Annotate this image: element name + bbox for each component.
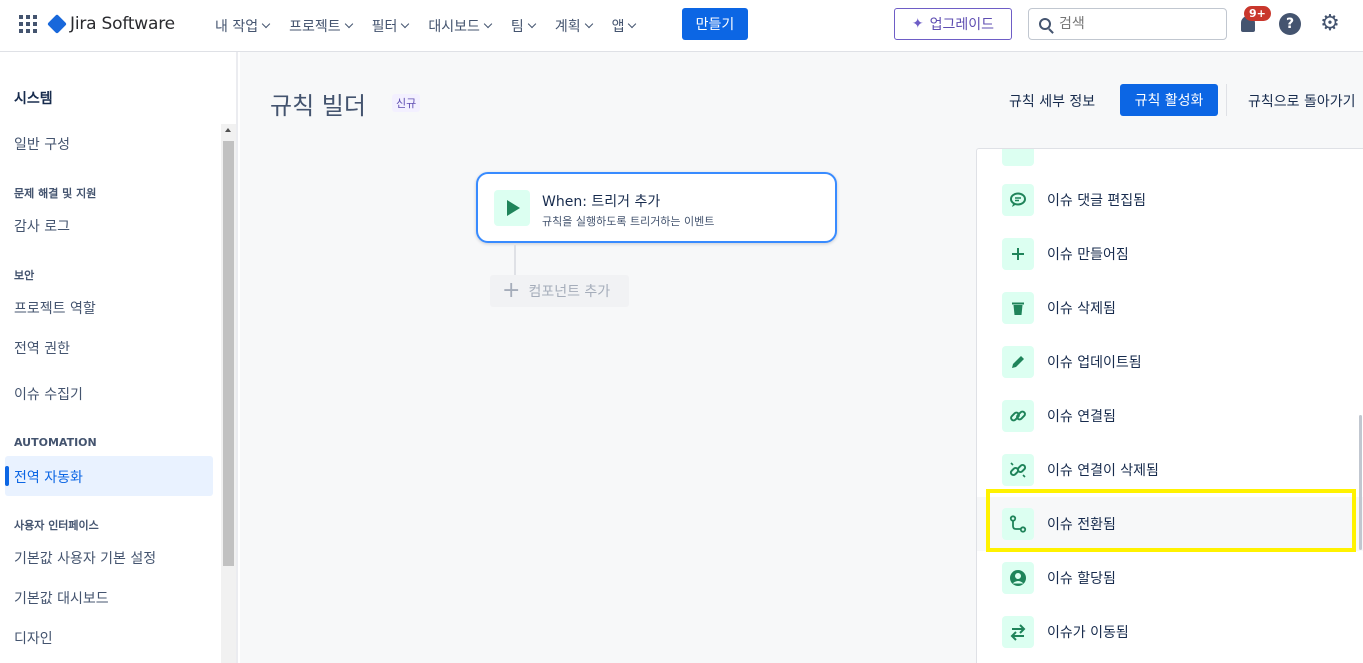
- scroll-up-arrow-icon[interactable]: [225, 128, 231, 132]
- menu-label: 팀: [510, 19, 524, 35]
- jira-diamond-icon: [47, 14, 67, 34]
- plus-icon: +: [502, 278, 521, 303]
- menu-label: 대시보드: [428, 19, 480, 35]
- search-input[interactable]: [1059, 16, 1209, 32]
- sidebar-title: 시스템: [14, 91, 53, 107]
- menu-label: 내 작업: [215, 19, 259, 35]
- selection-highlight: [986, 489, 1356, 552]
- list-item-label: 이슈 삭제됨: [1047, 301, 1116, 317]
- trigger-list-panel: 이슈 댓글 편집됨 이슈 만들어짐 이슈 삭제됨 이슈 업데이트됨 이슈 연결됨…: [976, 148, 1363, 663]
- chevron-down-icon: [527, 19, 537, 29]
- help-icon[interactable]: ?: [1279, 13, 1301, 35]
- menu-your-work[interactable]: 내 작업: [205, 12, 279, 40]
- chevron-down-icon: [584, 19, 593, 29]
- menu-dashboards[interactable]: 대시보드: [418, 12, 501, 40]
- trash-icon: [1002, 292, 1034, 324]
- chevron-down-icon: [401, 19, 410, 29]
- header-divider: [1226, 84, 1227, 116]
- jira-logo[interactable]: Jira Software: [47, 12, 175, 36]
- page-title: 규칙 빌더: [270, 92, 366, 120]
- pencil-icon: [1002, 346, 1034, 378]
- list-item[interactable]: 이슈 할당됨: [977, 551, 1363, 605]
- sidebar-item-issue-collectors[interactable]: 이슈 수집기: [14, 384, 83, 404]
- rule-details-button[interactable]: 규칙 세부 정보: [1009, 91, 1095, 111]
- list-item-label: 이슈 연결됨: [1047, 409, 1116, 425]
- app-name: Jira Software: [70, 14, 175, 34]
- sidebar-item-global-automation[interactable]: 전역 자동화: [5, 456, 213, 496]
- sidebar-section-troubleshoot: 문제 해결 및 지원: [14, 187, 97, 200]
- flow-connector: [514, 245, 516, 275]
- search-icon: [1039, 18, 1051, 30]
- menu-apps[interactable]: 앱: [602, 12, 646, 40]
- gear-icon[interactable]: ⚙: [1319, 13, 1341, 35]
- menu-label: 앱: [611, 19, 625, 35]
- add-component-label: 컴포넌트 추가: [528, 284, 611, 300]
- trigger-icon: [1002, 149, 1034, 166]
- notifications-button[interactable]: 9+: [1238, 6, 1271, 38]
- sidebar-item-audit-log[interactable]: 감사 로그: [14, 216, 70, 236]
- upgrade-label: 업그레이드: [929, 17, 995, 33]
- sidebar: 시스템 일반 구성 문제 해결 및 지원 감사 로그 보안 프로젝트 역할 전역…: [0, 52, 238, 663]
- sidebar-item-general-config[interactable]: 일반 구성: [14, 134, 70, 154]
- sidebar-item-default-dashboard[interactable]: 기본값 대시보드: [14, 588, 109, 608]
- sidebar-item-label: 전역 자동화: [14, 470, 83, 486]
- comment-edit-icon: [1002, 184, 1034, 216]
- sidebar-item-design[interactable]: 디자인: [14, 628, 53, 648]
- play-icon: [494, 190, 530, 226]
- scrollbar-thumb[interactable]: [223, 141, 234, 566]
- list-item-label: 이슈 할당됨: [1047, 571, 1116, 587]
- trigger-subtitle: 규칙을 실행하도록 트리거하는 이벤트: [542, 215, 715, 228]
- chevron-down-icon: [344, 19, 353, 29]
- list-item[interactable]: 이슈 업데이트됨: [977, 335, 1363, 389]
- list-item-label: 이슈가 이동됨: [1047, 625, 1129, 641]
- enable-rule-button[interactable]: 규칙 활성화: [1120, 84, 1218, 116]
- move-icon: [1002, 616, 1034, 648]
- chevron-down-icon: [261, 19, 271, 29]
- create-button[interactable]: 만들기: [682, 8, 748, 40]
- menu-label: 필터: [371, 19, 398, 35]
- sidebar-section-security: 보안: [14, 269, 35, 282]
- add-component-button[interactable]: + 컴포넌트 추가: [490, 275, 629, 307]
- sidebar-section-automation: AUTOMATION: [14, 436, 97, 449]
- sidebar-item-project-roles[interactable]: 프로젝트 역할: [14, 298, 96, 318]
- menu-teams[interactable]: 팀: [501, 12, 545, 40]
- list-item[interactable]: 이슈 삭제됨: [977, 281, 1363, 335]
- active-indicator: [5, 466, 9, 486]
- panel-scrollbar[interactable]: [1359, 415, 1362, 550]
- person-icon: [1002, 562, 1034, 594]
- search-box[interactable]: [1028, 8, 1227, 40]
- list-item[interactable]: 이슈 댓글 편집됨: [977, 173, 1363, 227]
- upgrade-button[interactable]: ✦ 업그레이드: [894, 8, 1012, 40]
- list-item-label: 이슈 연결이 삭제됨: [1047, 463, 1159, 479]
- menu-label: 프로젝트: [289, 19, 341, 35]
- top-navigation: Jira Software 내 작업 프로젝트 필터 대시보드 팀 계획 앱 만…: [0, 0, 1363, 52]
- list-item-label: 이슈 만들어짐: [1047, 247, 1129, 263]
- back-to-rules-button[interactable]: 규칙으로 돌아가기: [1248, 91, 1356, 111]
- notification-badge: 9+: [1244, 6, 1271, 21]
- chevron-down-icon: [483, 19, 493, 29]
- menu-label: 계획: [554, 19, 581, 35]
- sidebar-section-ui: 사용자 인터페이스: [14, 519, 99, 532]
- list-item-label: 이슈 댓글 편집됨: [1047, 193, 1147, 209]
- trigger-title: When: 트리거 추가: [542, 194, 661, 210]
- list-item[interactable]: 이슈 연결됨: [977, 389, 1363, 443]
- list-item-label: 이슈 업데이트됨: [1047, 355, 1142, 371]
- plus-icon: [1002, 238, 1034, 270]
- sidebar-scrollbar[interactable]: [221, 124, 236, 663]
- menu-plans[interactable]: 계획: [545, 12, 602, 40]
- link-icon: [1002, 400, 1034, 432]
- menu-projects[interactable]: 프로젝트: [279, 12, 362, 40]
- list-item[interactable]: 이슈가 이동됨: [977, 605, 1363, 659]
- trigger-card[interactable]: When: 트리거 추가 규칙을 실행하도록 트리거하는 이벤트: [476, 172, 837, 243]
- new-lozenge: 신규: [392, 94, 421, 112]
- chevron-down-icon: [628, 19, 637, 29]
- app-switcher-icon[interactable]: [19, 15, 37, 33]
- main-menu: 내 작업 프로젝트 필터 대시보드 팀 계획 앱: [205, 12, 645, 40]
- menu-filters[interactable]: 필터: [362, 12, 419, 40]
- unlink-icon: [1002, 454, 1034, 486]
- list-item[interactable]: 이슈 만들어짐: [977, 227, 1363, 281]
- sidebar-item-global-permissions[interactable]: 전역 권한: [14, 338, 70, 358]
- sparkle-icon: ✦: [911, 16, 924, 32]
- sidebar-item-default-user-prefs[interactable]: 기본값 사용자 기본 설정: [14, 548, 156, 568]
